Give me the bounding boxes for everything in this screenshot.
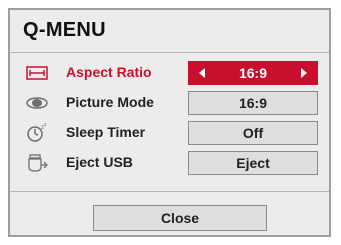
sleep-timer-icon: z z	[26, 122, 48, 143]
q-menu-panel: Q-MENU Aspect Ratio 16:9 Picture Mode 16…	[8, 8, 331, 237]
footer-divider	[10, 191, 329, 192]
menu-title: Q-MENU	[23, 19, 106, 41]
aspect-ratio-label: Aspect Ratio	[66, 64, 152, 80]
eject-usb-label: Eject USB	[66, 154, 133, 170]
menu-item-picture-mode[interactable]: Picture Mode 16:9	[22, 91, 325, 115]
picture-mode-icon	[26, 93, 48, 113]
aspect-ratio-icon	[26, 63, 48, 83]
menu-item-aspect-ratio[interactable]: Aspect Ratio 16:9	[22, 61, 325, 85]
sleep-timer-label: Sleep Timer	[66, 124, 146, 140]
menu-item-eject-usb[interactable]: Eject USB Eject	[22, 151, 325, 175]
svg-text:z: z	[44, 123, 47, 128]
aspect-ratio-value[interactable]: 16:9	[188, 61, 318, 85]
aspect-ratio-value-text: 16:9	[238, 65, 268, 81]
arrow-right-icon[interactable]	[301, 68, 307, 78]
eject-usb-value[interactable]: Eject	[188, 151, 318, 175]
close-button[interactable]: Close	[93, 205, 267, 231]
arrow-left-icon[interactable]	[199, 68, 205, 78]
sleep-timer-value[interactable]: Off	[188, 121, 318, 145]
eject-usb-icon	[26, 153, 48, 173]
menu-item-sleep-timer[interactable]: z z Sleep Timer Off	[22, 121, 325, 145]
title-divider	[10, 52, 329, 53]
picture-mode-value[interactable]: 16:9	[188, 91, 318, 115]
picture-mode-label: Picture Mode	[66, 94, 154, 110]
